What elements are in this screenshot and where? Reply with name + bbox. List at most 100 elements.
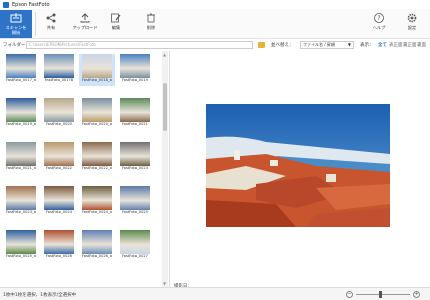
photo-thumbnail[interactable]: FastFoto_0021_a — [3, 142, 39, 174]
photo-thumbnail[interactable]: FastFoto_0021 — [117, 98, 153, 130]
thumbnail-caption: FastFoto_0021 — [122, 122, 148, 126]
thumbnail-image — [44, 142, 74, 166]
toolbar-divider — [35, 12, 36, 36]
thumbnail-caption: FastFoto_0018_a — [82, 78, 112, 82]
thumbnail-caption: FastFoto_0025 — [122, 210, 148, 214]
photo-thumbnail[interactable]: FastFoto_0026_a — [79, 230, 115, 262]
photo-thumbnail[interactable]: FastFoto_0019_a — [3, 98, 39, 130]
thumbnail-caption: FastFoto_0022 — [46, 166, 72, 170]
thumbnail-image — [82, 54, 112, 78]
settings-label: 設定 — [407, 25, 417, 30]
scan-start-button[interactable]: スキャンを 開始 — [0, 10, 32, 38]
svg-text:?: ? — [377, 15, 380, 22]
edit-button[interactable]: 編集 — [105, 10, 127, 38]
scroll-down-icon[interactable]: ▼ — [163, 281, 167, 286]
thumbnail-image — [6, 142, 36, 166]
zoom-in-icon[interactable]: + — [413, 291, 420, 298]
preview-pane: 撮影日： — [171, 51, 430, 289]
thumbnail-image — [82, 142, 112, 166]
thumbnail-image — [44, 98, 74, 122]
view-option-front[interactable]: 表正面 — [389, 42, 403, 48]
delete-label: 削除 — [146, 25, 156, 30]
thumbnail-image — [82, 186, 112, 210]
preview-photo — [206, 104, 390, 227]
thumbnail-image — [44, 230, 74, 254]
sort-label: 並べ替え： — [271, 43, 294, 48]
photo-thumbnail[interactable]: FastFoto_0017B — [41, 54, 77, 86]
gear-icon — [407, 13, 417, 23]
view-option-back[interactable]: 裏面 — [417, 42, 426, 48]
photo-thumbnail[interactable]: FastFoto_0027 — [117, 230, 153, 262]
photo-thumbnail[interactable]: FastFoto_0025_a — [3, 230, 39, 262]
trash-icon — [147, 13, 155, 23]
thumbnail-image — [82, 98, 112, 122]
folder-path-field[interactable]: C:\Users\EPSON\Pictures\FastFoto — [26, 41, 253, 49]
thumbnail-caption: FastFoto_0020_a — [82, 122, 112, 126]
title-bar: Epson FastFoto — [0, 0, 430, 9]
zoom-slider-track[interactable] — [356, 294, 410, 295]
help-button[interactable]: ? ヘルプ — [368, 10, 390, 38]
sort-dropdown[interactable]: ファイル名 / 昇順 ▼ — [300, 41, 354, 49]
photo-thumbnail[interactable]: FastFoto_0023 — [117, 142, 153, 174]
zoom-out-icon[interactable]: − — [346, 291, 353, 298]
photo-thumbnail[interactable]: FastFoto_0022_a — [79, 142, 115, 174]
photo-thumbnail[interactable]: FastFoto_0024_a — [79, 186, 115, 218]
thumbnail-image — [6, 186, 36, 210]
scan-start-label: スキャンを 開始 — [5, 25, 27, 35]
folder-bar: フォルダー： C:\Users\EPSON\Pictures\FastFoto … — [0, 40, 430, 50]
zoom-control: − + — [346, 291, 426, 299]
edit-label: 編集 — [111, 25, 121, 30]
share-label: 共有 — [46, 25, 56, 30]
photo-thumbnail[interactable]: FastFoto_0024 — [41, 186, 77, 218]
view-option-all[interactable]: 全て — [378, 42, 387, 48]
thumbnail-pane: FastFoto_0017_a FastFoto_0017B FastFoto_00… — [0, 51, 170, 287]
share-icon — [46, 13, 56, 23]
status-bar: 1枚中1枚を選択、1枚表示/全選択中 − + — [0, 287, 430, 300]
thumbnail-caption: FastFoto_0024 — [46, 210, 72, 214]
thumbnail-caption: FastFoto_0019_a — [6, 122, 36, 126]
zoom-slider-handle[interactable] — [379, 291, 382, 298]
thumbnail-caption: FastFoto_0027 — [122, 254, 148, 258]
thumbnail-caption: FastFoto_0022_a — [82, 166, 112, 170]
window-title: Epson FastFoto — [12, 1, 50, 8]
thumbnail-image — [82, 230, 112, 254]
status-text: 1枚中1枚を選択、1枚表示/全選択中 — [3, 293, 77, 298]
app-icon — [3, 1, 9, 8]
photo-thumbnail[interactable]: FastFoto_0019 — [117, 54, 153, 86]
thumbnail-caption: FastFoto_0017_a — [6, 78, 36, 82]
thumbnail-caption: FastFoto_0017B — [44, 78, 74, 82]
photo-thumbnail[interactable]: FastFoto_0023_a — [3, 186, 39, 218]
chevron-down-icon: ▼ — [347, 42, 351, 47]
thumbnail-image — [6, 98, 36, 122]
thumbnail-image — [44, 186, 74, 210]
upload-icon — [80, 13, 90, 23]
thumbnail-caption: FastFoto_0024_a — [82, 210, 112, 214]
sort-value: ファイル名 / 昇順 — [303, 42, 335, 47]
thumbnail-image — [120, 98, 150, 122]
thumbnail-image — [6, 230, 36, 254]
thumbnail-scrollbar[interactable]: ▲ ▼ — [162, 51, 168, 287]
scrollbar-thumb[interactable] — [163, 83, 167, 131]
share-button[interactable]: 共有 — [40, 10, 62, 38]
view-option-back-front[interactable]: 裏正面 — [403, 42, 417, 48]
photo-thumbnail[interactable]: FastFoto_0017_a — [3, 54, 39, 86]
thumbnail-image — [44, 54, 74, 78]
photo-thumbnail[interactable]: FastFoto_0020 — [41, 98, 77, 130]
photo-thumbnail[interactable]: FastFoto_0026 — [41, 230, 77, 262]
settings-button[interactable]: 設定 — [401, 10, 423, 38]
thumbnail-caption: FastFoto_0019 — [122, 78, 148, 82]
thumbnail-image — [6, 54, 36, 78]
photo-thumbnail[interactable]: FastFoto_0022 — [41, 142, 77, 174]
upload-label: アップロード — [72, 25, 98, 30]
thumbnail-image — [120, 54, 150, 78]
thumbnail-caption: FastFoto_0021_a — [6, 166, 36, 170]
scroll-up-icon[interactable]: ▲ — [163, 52, 167, 57]
photo-thumbnail[interactable]: FastFoto_0018_a — [79, 54, 115, 86]
thumbnail-caption: FastFoto_0026 — [46, 254, 72, 258]
folder-browse-icon[interactable] — [258, 42, 265, 48]
photo-thumbnail[interactable]: FastFoto_0020_a — [79, 98, 115, 130]
photo-thumbnail[interactable]: FastFoto_0025 — [117, 186, 153, 218]
delete-button[interactable]: 削除 — [140, 10, 162, 38]
view-label: 表示： — [360, 43, 374, 48]
upload-button[interactable]: アップロード — [70, 10, 100, 38]
